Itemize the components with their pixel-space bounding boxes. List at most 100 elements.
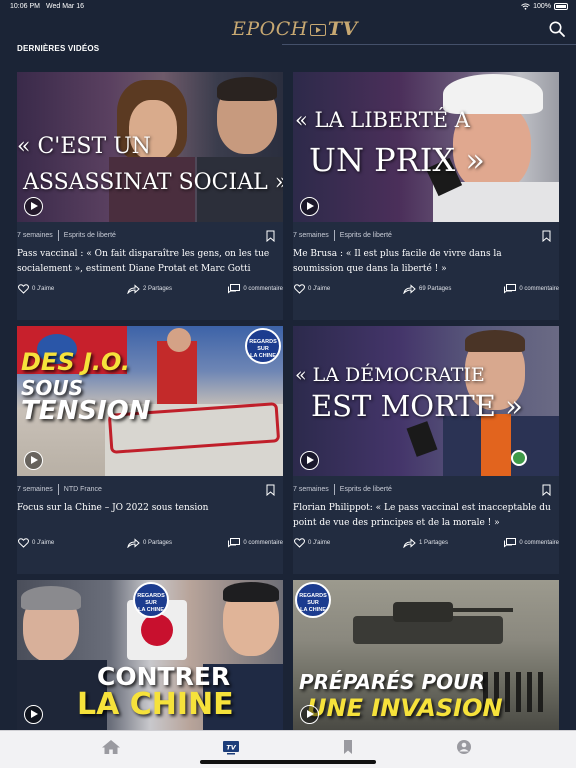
meta-divider [333, 230, 335, 241]
video-actions: 0 J'aime 1 Partages 0 commentaire [293, 538, 559, 552]
video-title[interactable]: Pass vaccinal : « On fait disparaître le… [17, 247, 279, 277]
status-date: Wed Mar 16 [46, 3, 84, 10]
tab-bar: TV [0, 730, 576, 768]
bookmark-icon[interactable] [266, 230, 275, 242]
video-card[interactable]: « LA LIBERTÉ A UN PRIX » 7 semaines Espr… [293, 72, 559, 320]
epoch-tv-logo[interactable]: EPOCH TV [232, 17, 358, 41]
video-age: 7 semaines [17, 486, 53, 493]
badge-line-2: SUR [257, 346, 269, 352]
share-icon [127, 538, 140, 548]
like-button[interactable]: 0 J'aime [294, 284, 330, 294]
video-actions: 0 J'aime 69 Partages 0 commentaire [293, 284, 559, 298]
video-age: 7 semaines [17, 232, 53, 239]
video-thumbnail[interactable]: REGARDS SUR LA CHINE DES J.O. SOUS TENSI… [17, 326, 283, 476]
like-button[interactable]: 0 J'aime [294, 538, 330, 548]
video-category[interactable]: Esprits de liberté [64, 232, 116, 239]
video-thumbnail[interactable]: REGARDS SUR LA CHINE CONTRER LA CHINE [17, 580, 283, 730]
like-count: 0 J'aime [308, 540, 331, 546]
thumb-text-1: PRÉPARÉS POUR [299, 670, 485, 694]
video-category[interactable]: NTD France [64, 486, 102, 493]
battery-icon [554, 3, 568, 10]
play-icon[interactable] [300, 705, 319, 724]
share-count: 2 Partages [143, 286, 173, 292]
heart-icon [18, 284, 29, 294]
comment-button[interactable]: 0 commentaire [504, 538, 559, 548]
share-button[interactable]: 1 Partages [403, 538, 448, 548]
comment-icon [504, 538, 517, 548]
thumb-text-2: UN PRIX » [309, 141, 485, 179]
bookmark-icon[interactable] [542, 484, 551, 496]
comment-icon [228, 284, 241, 294]
video-meta: 7 semaines Esprits de liberté [293, 230, 392, 241]
share-button[interactable]: 2 Partages [127, 284, 172, 294]
wifi-icon [521, 3, 530, 10]
video-thumbnail[interactable]: « LA LIBERTÉ A UN PRIX » [293, 72, 559, 222]
svg-text:TV: TV [226, 744, 236, 752]
video-title[interactable]: Florian Philippot: « Le pass vaccinal es… [293, 501, 555, 531]
video-thumbnail[interactable]: « LA DÉMOCRATIE EST MORTE » [293, 326, 559, 476]
video-card[interactable]: « LA DÉMOCRATIE EST MORTE » 7 semaines E… [293, 326, 559, 574]
video-title[interactable]: Me Brusa : « Il est plus facile de vivre… [293, 247, 555, 277]
share-button[interactable]: 0 Partages [127, 538, 172, 548]
heart-icon [18, 538, 29, 548]
badge-line-3: LA CHINE [250, 353, 276, 359]
logo-play-icon [309, 24, 326, 36]
video-thumbnail[interactable]: REGARDS SUR LA CHINE PRÉPARÉS POUR UNE I… [293, 580, 559, 730]
badge-line-2: SUR [307, 600, 319, 606]
thumb-text-1: « LA LIBERTÉ A [295, 108, 470, 132]
video-card[interactable]: REGARDS SUR LA CHINE CONTRER LA CHINE [17, 580, 283, 730]
video-card[interactable]: « C'EST UN ASSASSINAT SOCIAL » 7 semaine… [17, 72, 283, 320]
comment-button[interactable]: 0 commentaire [228, 284, 283, 294]
badge-line-1: REGARDS [249, 339, 277, 345]
heart-icon [294, 538, 305, 548]
bookmark-icon[interactable] [338, 739, 358, 755]
thumb-text-1: DES J.O. [21, 348, 130, 376]
like-button[interactable]: 0 J'aime [18, 284, 54, 294]
thumb-text-2: LA CHINE [77, 687, 234, 722]
comment-button[interactable]: 0 commentaire [228, 538, 283, 548]
thumb-text-2: EST MORTE » [311, 389, 523, 423]
share-count: 0 Partages [143, 540, 173, 546]
video-card[interactable]: REGARDS SUR LA CHINE DES J.O. SOUS TENSI… [17, 326, 283, 574]
video-meta: 7 semaines Esprits de liberté [17, 230, 116, 241]
share-button[interactable]: 69 Partages [403, 284, 451, 294]
video-actions: 0 J'aime 2 Partages 0 commentaire [17, 284, 283, 298]
bookmark-icon[interactable] [266, 484, 275, 496]
video-category[interactable]: Esprits de liberté [340, 486, 392, 493]
comment-icon [504, 284, 517, 294]
video-thumbnail[interactable]: « C'EST UN ASSASSINAT SOCIAL » [17, 72, 283, 222]
badge-line-2: SUR [145, 600, 157, 606]
share-icon [403, 538, 416, 548]
comment-icon [228, 538, 241, 548]
battery-percent: 100% [533, 3, 551, 10]
section-title: DERNIÈRES VIDÉOS [17, 44, 100, 53]
badge-line-1: REGARDS [137, 593, 165, 599]
like-button[interactable]: 0 J'aime [18, 538, 54, 548]
video-age: 7 semaines [293, 486, 329, 493]
play-icon[interactable] [24, 705, 43, 724]
play-icon[interactable] [24, 197, 43, 216]
comment-count: 0 commentaire [519, 540, 559, 546]
logo-text: EPOCH [232, 18, 308, 40]
like-count: 0 J'aime [32, 286, 55, 292]
header-divider [282, 44, 576, 45]
share-count: 69 Partages [419, 286, 452, 292]
video-meta: 7 semaines NTD France [17, 484, 102, 495]
thumb-text-1: CONTRER [97, 662, 231, 691]
video-card[interactable]: REGARDS SUR LA CHINE PRÉPARÉS POUR UNE I… [293, 580, 559, 730]
share-icon [403, 284, 416, 294]
video-actions: 0 J'aime 0 Partages 0 commentaire [17, 538, 283, 552]
video-title[interactable]: Focus sur la Chine – JO 2022 sous tensio… [17, 501, 279, 516]
home-icon[interactable] [101, 739, 121, 755]
play-icon[interactable] [24, 451, 43, 470]
play-icon[interactable] [300, 197, 319, 216]
search-icon[interactable] [548, 20, 566, 38]
profile-icon[interactable] [454, 739, 474, 755]
play-icon[interactable] [300, 451, 319, 470]
tv-icon[interactable]: TV [221, 739, 241, 755]
bookmark-icon[interactable] [542, 230, 551, 242]
regards-badge: REGARDS SUR LA CHINE [245, 328, 281, 364]
comment-button[interactable]: 0 commentaire [504, 284, 559, 294]
like-count: 0 J'aime [308, 286, 331, 292]
video-category[interactable]: Esprits de liberté [340, 232, 392, 239]
